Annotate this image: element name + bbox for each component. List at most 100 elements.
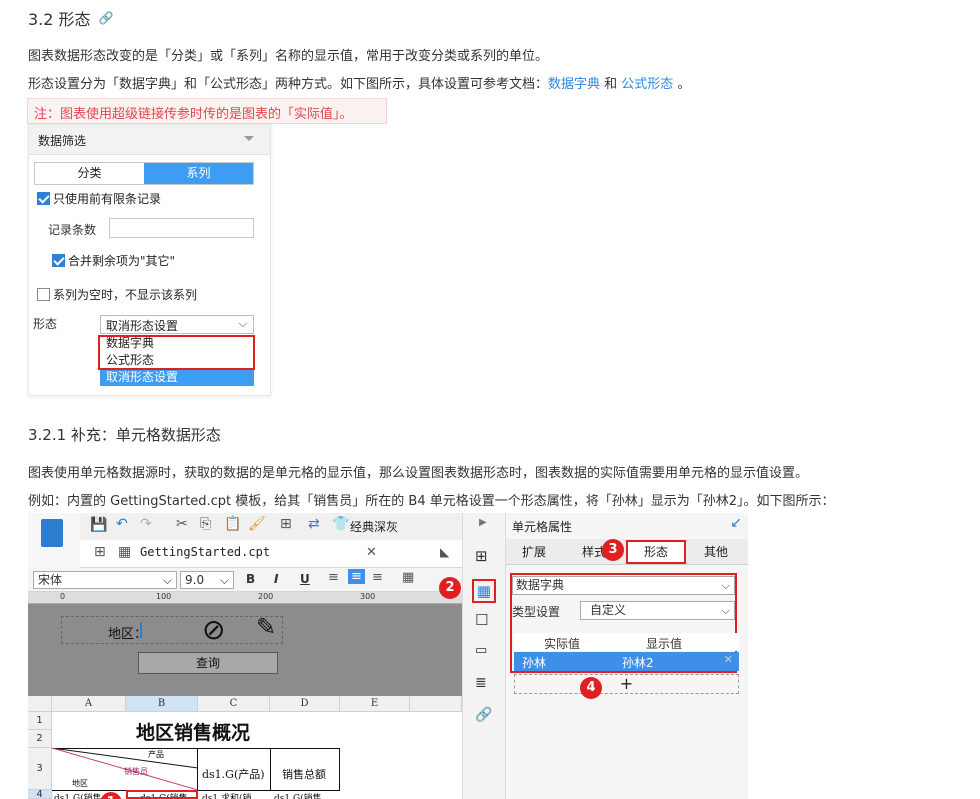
close-tab-icon[interactable]: ✕ — [366, 545, 377, 560]
form-select[interactable]: 取消形态设置 ⌵ — [100, 315, 254, 334]
col-header-e[interactable]: E — [340, 696, 410, 712]
cell-attribute-icon[interactable]: ▦ — [472, 579, 496, 603]
add-row-button[interactable]: + — [514, 674, 739, 694]
step-badge-1: 1 — [100, 792, 122, 799]
seg-series[interactable]: 系列 — [144, 163, 253, 184]
expand-icon[interactable]: ↙ — [730, 515, 742, 531]
data-filter-panel-screenshot: 数据筛选 分类 系列 只使用前有限条记录 记录条数 合并剩余项为"其它" 系列为… — [28, 124, 271, 396]
query-button[interactable]: 查询 — [138, 652, 278, 674]
cell-c4[interactable]: ds1.求和(销 — [202, 791, 251, 799]
cell-d3[interactable]: 销售总额 — [282, 766, 326, 782]
widget-icon[interactable]: ▭ — [475, 643, 493, 659]
redo-icon[interactable]: ↷ — [140, 516, 152, 532]
left-logo-area — [28, 513, 80, 568]
merge-remaining-checkbox[interactable]: 合并剩余项为"其它" — [52, 252, 175, 269]
cell-attribute-title: 单元格属性 — [512, 520, 573, 534]
cell-attribute-panel: 单元格属性 ↙ 扩展 样式 形态 其他 3 数据字典 ⌵ 类型设置 自定义 ⌵ … — [506, 513, 748, 799]
theme-label[interactable]: 经典深灰 — [350, 518, 398, 535]
row-display-value[interactable]: 孙林2 — [622, 654, 654, 671]
underline-button[interactable]: U — [300, 572, 310, 586]
data-filter-header[interactable]: 数据筛选 — [29, 125, 270, 155]
format-brush-icon[interactable]: 🖌 — [248, 516, 266, 532]
region-input[interactable] — [140, 622, 142, 638]
row-header-2[interactable]: 2 — [28, 730, 52, 748]
bold-button[interactable]: B — [246, 572, 255, 586]
ruler-tick: 200 — [258, 592, 274, 601]
hyperlink-icon[interactable]: 🔗 — [475, 707, 493, 723]
switch-icon[interactable]: ⇄ — [308, 516, 320, 532]
paste-icon[interactable]: 📋 — [224, 516, 241, 532]
heading-text: 3.2 形态 — [28, 10, 91, 29]
step-badge-2: 2 — [439, 577, 461, 599]
limit-records-label: 只使用前有限条记录 — [53, 192, 162, 206]
type-setting-label: 类型设置 — [512, 605, 561, 619]
tab-form[interactable]: 形态 — [626, 540, 686, 564]
hidden-eye-icon[interactable]: ⊘ — [202, 613, 225, 646]
slash-header-cell[interactable]: 产品 销售员 地区 — [52, 748, 198, 790]
designer-screenshot: 💾 ↶ ↷ ✂ ⎘ 📋 🖌 ⊞ ⇄ 👕 经典深灰 ⊞ ▦ ✕ ◣ Getting… — [28, 513, 748, 799]
col-header-b[interactable]: B — [126, 696, 198, 712]
type-setting-value: 自定义 — [590, 603, 627, 617]
record-count-label: 记录条数 — [48, 223, 97, 237]
template-list-icon[interactable]: ⊞ — [94, 544, 106, 560]
cell-d4[interactable]: ds1.G(销售 — [274, 791, 322, 799]
row-header-3[interactable]: 3 — [28, 748, 52, 790]
record-count-input[interactable] — [109, 218, 254, 238]
row-actual-value[interactable]: 孙林 — [522, 654, 546, 671]
italic-button[interactable]: I — [274, 572, 278, 586]
hide-null-series-checkbox[interactable]: 系列为空时，不显示该系列 — [37, 286, 197, 303]
col-header-f[interactable] — [410, 696, 462, 712]
hide-null-series-label: 系列为空时，不显示该系列 — [53, 288, 198, 302]
col-header-a[interactable]: A — [52, 696, 126, 712]
collapse-caret-icon[interactable] — [244, 136, 254, 141]
tab-other[interactable]: 其他 — [704, 543, 728, 560]
corner-cell[interactable] — [28, 696, 52, 712]
copy-icon[interactable]: ⎘ — [200, 516, 211, 532]
file-name[interactable]: GettingStarted.cpt — [140, 545, 270, 559]
collapse-arrow-icon[interactable]: ▶ — [479, 517, 487, 528]
type-setting-select[interactable]: 自定义 ⌵ — [580, 601, 735, 620]
section-heading-3-2-1: 3.2.1 补充：单元格数据形态 — [28, 426, 221, 444]
link-formula-form[interactable]: 公式形态 — [621, 77, 673, 92]
font-family-select[interactable]: 宋体 ⌵ — [33, 571, 177, 589]
cell-a4[interactable]: ds1.G(销售 — [54, 791, 102, 799]
paragraph-1: 图表数据形态改变的是「分类」或「系列」名称的显示值，常用于改变分类或系列的单位。 — [28, 49, 549, 64]
checkbox-checked-icon — [37, 192, 50, 205]
row-header-4[interactable]: 4 — [28, 790, 52, 799]
float-element-icon[interactable]: ☐ — [475, 611, 493, 629]
seg-category[interactable]: 分类 — [35, 163, 144, 184]
save-icon[interactable]: 💾 — [90, 517, 107, 533]
report-title[interactable]: 地区销售概况 — [136, 718, 250, 745]
tab-expand[interactable]: 扩展 — [522, 543, 546, 560]
link-data-dictionary[interactable]: 数据字典 — [548, 77, 600, 92]
option-cancel-form[interactable]: 取消形态设置 — [100, 369, 254, 386]
align-left-icon[interactable]: ≡ — [328, 570, 339, 585]
chevron-down-icon: ⌵ — [238, 317, 247, 330]
cell-element-icon[interactable]: ⊞ — [475, 547, 493, 565]
cell-c3[interactable]: ds1.G(产品) — [202, 766, 265, 782]
para2-and: 和 — [600, 77, 622, 92]
align-right-icon[interactable]: ≡ — [372, 570, 383, 585]
condition-attribute-icon[interactable]: ≣ — [475, 675, 493, 691]
anchor-link-icon[interactable]: 🔗 — [99, 11, 114, 25]
paragraph-3: 图表使用单元格数据源时，获取的数据的是单元格的显示值，那么设置图表数据形态时，图… — [28, 466, 809, 481]
ruler-tick: 300 — [360, 592, 376, 601]
col-header-c[interactable]: C — [198, 696, 270, 712]
delete-row-icon[interactable]: ✕ — [724, 653, 733, 666]
tab-menu-icon[interactable]: ◣ — [440, 545, 449, 559]
parameter-pane: 地区： ⊘ ✎ — [28, 604, 462, 696]
row-header-1[interactable]: 1 — [28, 712, 52, 730]
undo-icon[interactable]: ↶ — [116, 516, 128, 532]
preview-icon[interactable]: ⊞ — [280, 516, 292, 532]
col-header-d[interactable]: D — [270, 696, 340, 712]
dictionary-row[interactable]: 孙林 孙林2 ✕ — [514, 652, 739, 671]
edit-pen-icon[interactable]: ✎ — [256, 613, 276, 641]
align-center-icon[interactable]: ≡ — [348, 569, 365, 584]
form-type-select[interactable]: 数据字典 ⌵ — [512, 576, 735, 595]
template-icon[interactable] — [41, 519, 63, 547]
theme-icon[interactable]: 👕 — [332, 516, 349, 532]
limit-records-checkbox[interactable]: 只使用前有限条记录 — [37, 190, 161, 207]
font-size-select[interactable]: 9.0 ⌵ — [180, 571, 234, 589]
cut-icon[interactable]: ✂ — [176, 516, 188, 532]
border-icon[interactable]: ▦ — [402, 570, 414, 585]
